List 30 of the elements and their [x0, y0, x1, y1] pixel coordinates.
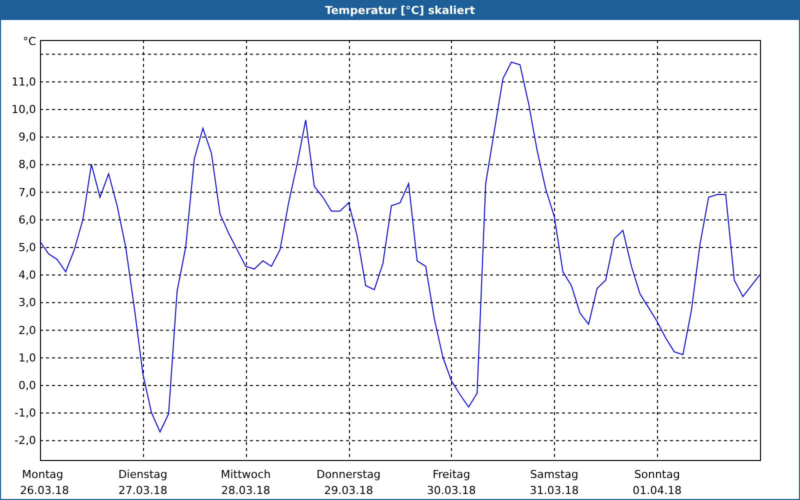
date-label: 26.03.18	[20, 484, 69, 497]
y-tick-label: 10,0	[12, 103, 36, 116]
y-tick-label: -2,0	[14, 434, 36, 448]
y-tick-label: 5,0	[18, 240, 36, 254]
y-tick-label: 11,0	[12, 75, 36, 88]
date-label: 30.03.18	[426, 484, 476, 497]
y-tick-label: 0,0	[18, 378, 36, 392]
date-label: 01.04.18	[632, 484, 682, 497]
x-tick-label: Samstag	[530, 468, 578, 481]
date-label: 31.03.18	[530, 484, 579, 497]
x-tick-label: Freitag	[432, 468, 470, 481]
y-tick-label: 1,0	[18, 351, 36, 364]
y-tick-label: 8,0	[18, 158, 36, 172]
y-tick-label: 2,0	[18, 324, 36, 337]
y-tick-label: 7,0	[18, 186, 36, 199]
y-tick-label: 3,0	[18, 296, 36, 310]
date-label: 29.03.18	[324, 484, 374, 497]
y-tick-label: 9,0	[18, 130, 36, 144]
x-tick-label: Sonntag	[634, 468, 680, 481]
x-tick-label: Mittwoch	[220, 468, 271, 481]
x-tick-label: Montag	[22, 468, 64, 481]
y-tick-label: 4,0	[18, 268, 36, 282]
x-tick-label: Dienstag	[118, 468, 168, 481]
date-label: 28.03.18	[221, 484, 270, 497]
x-tick-label: Donnerstag	[316, 468, 381, 481]
y-axis-unit: °C	[22, 35, 36, 48]
y-tick-label: -1,0	[14, 406, 36, 420]
date-label: 27.03.18	[118, 484, 168, 497]
window-title: Temperatur [°C] skaliert	[324, 4, 476, 16]
y-tick-label: 6,0	[18, 213, 36, 226]
